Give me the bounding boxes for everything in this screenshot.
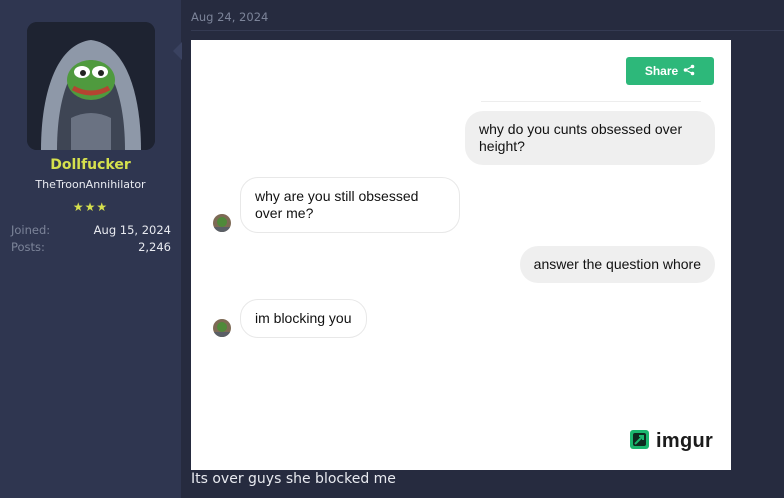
post-text: Its over guys she blocked me: [191, 471, 396, 487]
imgur-watermark: imgur: [630, 430, 713, 453]
chat-divider: [481, 101, 701, 102]
user-title: TheTroonAnnihilator: [35, 178, 146, 191]
contact-avatar-icon: [213, 319, 231, 337]
posts-label: Posts:: [11, 240, 45, 254]
contact-avatar-icon: [213, 214, 231, 232]
joined-value: Aug 15, 2024: [93, 223, 171, 237]
avatar[interactable]: [27, 22, 155, 150]
imgur-text: imgur: [656, 430, 714, 452]
post-divider: [191, 30, 784, 31]
message-received: why are you still obsessed over me?: [240, 177, 460, 233]
post-date[interactable]: Aug 24, 2024: [191, 10, 268, 24]
posts-value: 2,246: [138, 240, 171, 254]
post-arrow: [173, 42, 182, 60]
share-label: Share: [644, 64, 679, 78]
message-sent: why do you cunts obsessed over height?: [465, 111, 715, 165]
imgur-logo-icon: [630, 430, 649, 453]
share-button[interactable]: Share: [626, 57, 714, 85]
rank-stars: ★★★: [72, 200, 109, 214]
joined-label: Joined:: [11, 223, 51, 237]
message-received: im blocking you: [240, 299, 367, 338]
username[interactable]: Dollfucker: [0, 157, 181, 173]
message-sent: answer the question whore: [519, 246, 715, 283]
user-sidebar: Dollfucker TheTroonAnnihilator ★★★ Joine…: [0, 0, 181, 498]
share-icon: [683, 64, 695, 79]
embedded-image[interactable]: Share why do you cunts obsessed over hei…: [191, 40, 731, 470]
